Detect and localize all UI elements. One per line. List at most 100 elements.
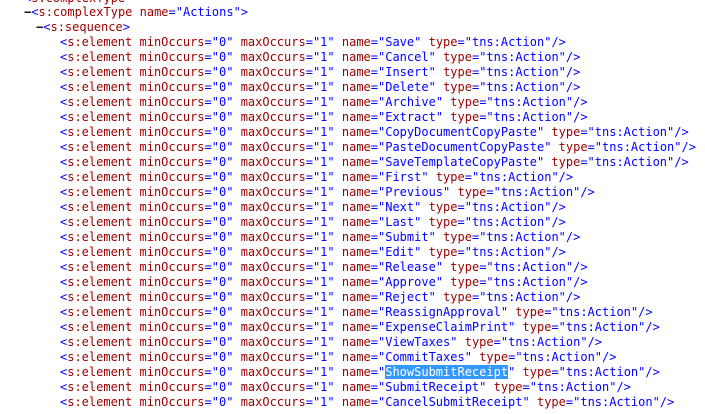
element-line[interactable]: <s:element minOccurs="0" maxOccurs="1" n…: [60, 305, 653, 320]
element-line[interactable]: <s:element minOccurs="0" maxOccurs="1" n…: [60, 230, 580, 245]
element-line[interactable]: <s:element minOccurs="0" maxOccurs="1" n…: [60, 365, 660, 380]
attr-name-maxoccurs: maxOccurs: [240, 170, 306, 184]
attr-name-maxoccurs: maxOccurs: [240, 215, 306, 229]
element-tag: s:element: [67, 320, 133, 334]
attr-name-name: name: [341, 155, 371, 169]
type-value: tns:Action: [522, 350, 595, 364]
attr-name-name: name: [341, 230, 371, 244]
element-tag: s:element: [67, 140, 133, 154]
element-line[interactable]: <s:element minOccurs="0" maxOccurs="1" n…: [60, 260, 588, 275]
attr-name-name: name: [341, 305, 371, 319]
element-line[interactable]: <s:element minOccurs="0" maxOccurs="1" n…: [60, 50, 580, 65]
attr-name-minoccurs: minOccurs: [139, 230, 205, 244]
element-line[interactable]: <s:element minOccurs="0" maxOccurs="1" n…: [60, 95, 588, 110]
attr-name-name: name: [341, 275, 371, 289]
attr-name-minoccurs: minOccurs: [139, 95, 205, 109]
type-value: tns:Action: [602, 140, 675, 154]
element-line[interactable]: <s:element minOccurs="0" maxOccurs="1" n…: [60, 170, 573, 185]
element-tag: s:element: [67, 245, 133, 259]
type-value: tns:Action: [471, 215, 545, 229]
element-line[interactable]: <s:element minOccurs="0" maxOccurs="1" n…: [60, 200, 566, 215]
element-tag: s:element: [67, 305, 133, 319]
attr-name-maxoccurs: maxOccurs: [240, 80, 306, 94]
element-name-value: CancelSubmitReceipt: [385, 395, 523, 409]
element-tag: s:element: [67, 170, 133, 184]
element-name-value: SaveTemplateCopyPaste: [385, 155, 537, 169]
element-line[interactable]: <s:element minOccurs="0" maxOccurs="1" n…: [60, 290, 580, 305]
element-tag: s:element: [67, 155, 133, 169]
element-tag: s:element: [67, 200, 133, 214]
element-line[interactable]: <s:element minOccurs="0" maxOccurs="1" n…: [60, 80, 580, 95]
type-value: tns:Action: [565, 365, 639, 379]
attr-name-type: type: [428, 35, 458, 49]
attr-name-maxoccurs: maxOccurs: [240, 95, 306, 109]
element-tag: s:element: [67, 185, 133, 199]
attr-name-name: name: [341, 50, 371, 64]
attr-name-type: type: [443, 290, 472, 304]
element-tag: s:element: [67, 110, 133, 124]
element-name-value: Edit: [385, 245, 415, 259]
element-tag: s:element: [67, 230, 133, 244]
element-line[interactable]: <s:element minOccurs="0" maxOccurs="1" n…: [60, 65, 580, 80]
attr-name-name: name: [341, 350, 371, 364]
type-value: tns:Action: [565, 320, 639, 334]
element-line[interactable]: <s:element minOccurs="0" maxOccurs="1" n…: [60, 110, 588, 125]
element-line[interactable]: <s:element minOccurs="0" maxOccurs="1" n…: [60, 320, 660, 335]
complextype-line: −<s:complexType name="Actions">: [24, 5, 249, 19]
element-line[interactable]: <s:element minOccurs="0" maxOccurs="1" n…: [60, 275, 588, 290]
attr-name-maxoccurs: maxOccurs: [240, 395, 306, 409]
type-value: tns:Action: [594, 125, 668, 139]
attr-name-maxoccurs: maxOccurs: [240, 230, 306, 244]
element-name-value: Cancel: [385, 50, 429, 64]
element-line[interactable]: <s:element minOccurs="0" maxOccurs="1" n…: [60, 140, 696, 155]
attr-name-type: type: [522, 320, 552, 334]
element-line[interactable]: <s:element minOccurs="0" maxOccurs="1" n…: [60, 335, 602, 350]
attr-name-minoccurs: minOccurs: [139, 320, 205, 334]
attr-name-minoccurs: minOccurs: [139, 275, 205, 289]
element-name-value: Last: [385, 215, 415, 229]
element-line[interactable]: <s:element minOccurs="0" maxOccurs="1" n…: [60, 245, 566, 260]
attr-name-minoccurs: minOccurs: [139, 380, 205, 394]
type-value: tns:Action: [471, 245, 545, 259]
attr-name-name: name: [341, 335, 371, 349]
element-name-value: Save: [385, 35, 415, 49]
element-line[interactable]: <s:element minOccurs="0" maxOccurs="1" n…: [60, 215, 566, 230]
element-line[interactable]: <s:element minOccurs="0" maxOccurs="1" n…: [60, 185, 595, 200]
type-value: tns:Action: [486, 50, 559, 64]
attr-name-type: type: [457, 185, 487, 199]
element-tag: s:element: [67, 65, 133, 79]
xml-document-viewer[interactable]: <s:complexType −<s:complexType name="Act…: [0, 0, 705, 414]
element-tag: s:element: [67, 395, 133, 409]
attr-name-minoccurs: minOccurs: [139, 365, 205, 379]
element-line[interactable]: <s:element minOccurs="0" maxOccurs="1" n…: [60, 380, 631, 395]
complextype-attr-name: name: [139, 5, 169, 19]
attr-name-type: type: [450, 110, 480, 124]
element-tag: s:element: [67, 350, 133, 364]
element-line[interactable]: <s:element minOccurs="0" maxOccurs="1" n…: [60, 395, 674, 410]
attr-name-maxoccurs: maxOccurs: [240, 335, 306, 349]
attr-name-name: name: [341, 185, 371, 199]
type-value: tns:Action: [508, 335, 581, 349]
attr-name-name: name: [341, 290, 371, 304]
attr-name-name: name: [341, 380, 371, 394]
attr-name-name: name: [341, 320, 371, 334]
type-value: tns:Action: [493, 275, 566, 289]
attr-name-maxoccurs: maxOccurs: [240, 275, 306, 289]
attr-name-name: name: [341, 80, 371, 94]
attr-name-name: name: [341, 65, 371, 79]
element-name-value: SubmitReceipt: [385, 380, 480, 394]
element-name-value-selected: ShowSubmitReceipt: [385, 365, 509, 379]
element-line[interactable]: <s:element minOccurs="0" maxOccurs="1" n…: [60, 155, 689, 170]
type-value: tns:Action: [486, 65, 559, 79]
element-line[interactable]: <s:element minOccurs="0" maxOccurs="1" n…: [60, 350, 616, 365]
type-value: tns:Action: [558, 305, 631, 319]
attr-name-maxoccurs: maxOccurs: [240, 50, 306, 64]
element-tag: s:element: [67, 50, 133, 64]
element-name-value: ReassignApproval: [385, 305, 501, 319]
element-name-value: Extract: [385, 110, 436, 124]
attr-name-name: name: [341, 245, 371, 259]
element-line[interactable]: <s:element minOccurs="0" maxOccurs="1" n…: [60, 35, 566, 50]
sequence-line: −<s:sequence>: [36, 20, 130, 34]
element-line[interactable]: <s:element minOccurs="0" maxOccurs="1" n…: [60, 125, 689, 140]
attr-name-maxoccurs: maxOccurs: [240, 155, 306, 169]
